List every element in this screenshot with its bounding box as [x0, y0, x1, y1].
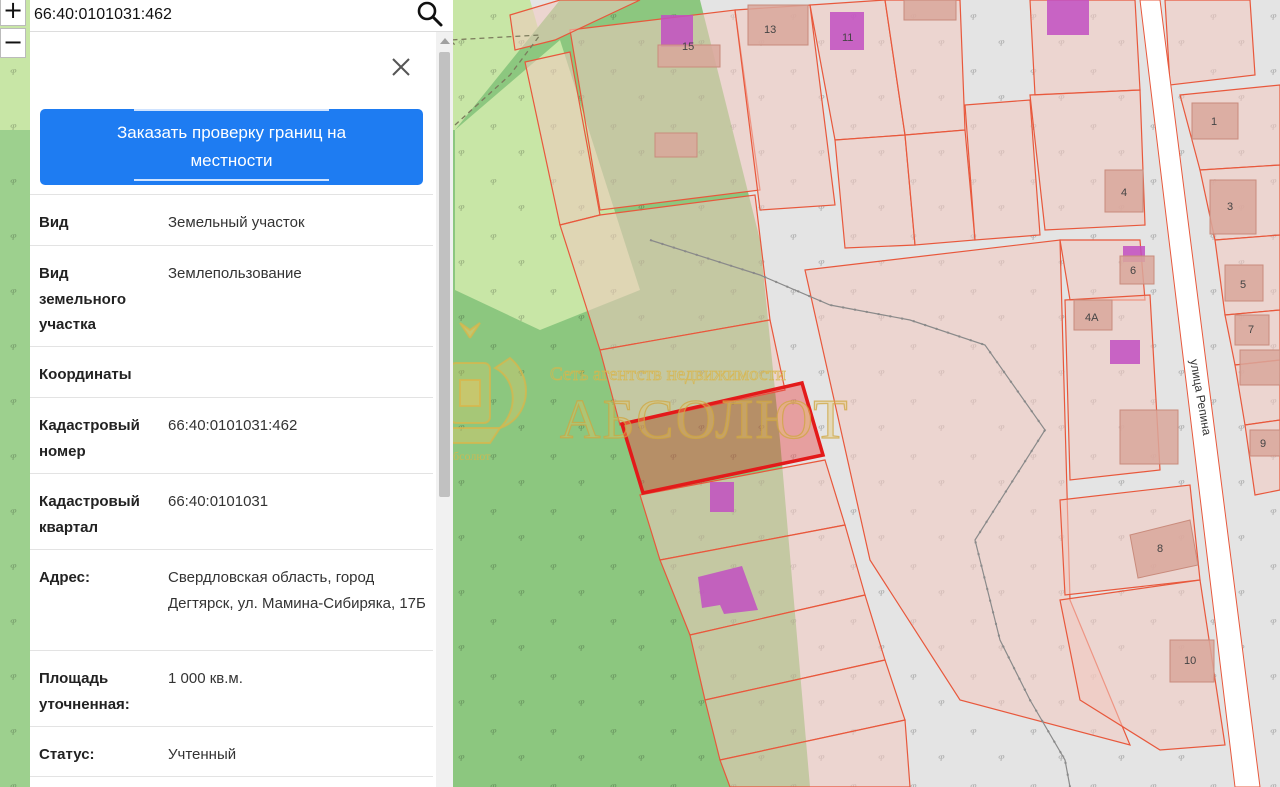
property-row-cadastral-number: Кадастровый номер 66:40:0101031:462: [30, 397, 433, 473]
property-label: Вид земельного участка: [39, 265, 127, 333]
house-number: 5: [1240, 279, 1246, 291]
zoom-in-button[interactable]: +: [0, 0, 26, 26]
property-row-cadastral-quarter: Кадастровый квартал 66:40:0101031: [30, 473, 433, 549]
search-icon[interactable]: [415, 0, 445, 28]
property-label: Кадастровый номер: [39, 417, 140, 460]
house-number: 11: [842, 32, 853, 44]
zoom-out-button[interactable]: −: [0, 28, 26, 58]
property-label: Статус:: [39, 746, 95, 763]
house-number: 4А: [1085, 312, 1099, 324]
property-label: Площадь уточненная:: [39, 670, 130, 713]
property-value: Земельный участок: [168, 214, 305, 231]
scroll-up-arrow-icon[interactable]: [440, 38, 450, 44]
close-icon[interactable]: [388, 54, 414, 80]
scrollbar-thumb[interactable]: [439, 52, 450, 497]
property-row-area: Площадь уточненная: 1 000 кв.м.: [30, 650, 433, 726]
property-row-address: Адрес: Свердловская область, город Дегтя…: [30, 549, 433, 650]
property-row-land-type: Вид земельного участка Землепользование: [30, 245, 433, 346]
property-value: 66:40:0101031:462: [168, 417, 298, 434]
button-decor-line: [134, 109, 329, 111]
house-number: 1: [1211, 116, 1217, 128]
property-row-type: Вид Земельный участок: [30, 194, 433, 245]
house-number: 6: [1130, 265, 1136, 277]
order-button-label: Заказать проверку границ на местности: [116, 123, 347, 170]
property-label: Координаты: [39, 366, 132, 383]
property-label: Вид: [39, 214, 69, 231]
house-number: 15: [682, 41, 694, 53]
house-number: 9: [1260, 438, 1266, 450]
panel-scrollbar[interactable]: [436, 32, 453, 787]
property-value: Свердловская область, город Дегтярск, ул…: [168, 569, 426, 612]
property-value: 1 000 кв.м.: [168, 670, 243, 687]
parcel-info-panel: Заказать проверку границ на местности Ви…: [30, 32, 453, 787]
house-number: 3: [1227, 201, 1233, 213]
property-value: Учтенный: [168, 746, 237, 763]
property-row-status: Статус: Учтенный: [30, 726, 433, 777]
button-decor-line: [134, 179, 329, 181]
house-number: 10: [1184, 655, 1196, 667]
property-label: Адрес:: [39, 569, 90, 586]
property-label: Кадастровый квартал: [39, 493, 140, 536]
house-number: 4: [1121, 187, 1127, 199]
house-number: 13: [764, 24, 776, 36]
property-row-coordinates[interactable]: Координаты: [30, 346, 433, 397]
house-number: 7: [1248, 324, 1254, 336]
property-value: Землепользование: [168, 265, 302, 282]
property-value: 66:40:0101031: [168, 493, 269, 510]
properties-list: Вид Земельный участок Вид земельного уча…: [30, 194, 433, 777]
search-input[interactable]: [34, 0, 404, 30]
house-number: 8: [1157, 543, 1163, 555]
order-boundary-check-button[interactable]: Заказать проверку границ на местности: [40, 109, 423, 185]
search-bar: [30, 0, 453, 32]
